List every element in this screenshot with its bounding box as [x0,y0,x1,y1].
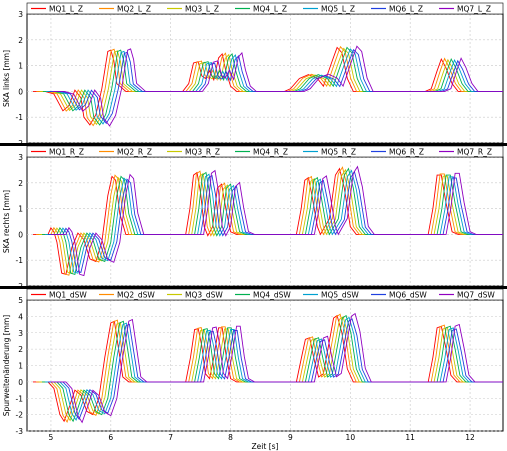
x-tick-label: 9 [288,433,293,442]
panel-2: -2-10123SKA rechts [mm]MQ1_R_ZMQ2_R_ZMQ3… [0,143,507,291]
legend-label: MQ1_L_Z [49,4,83,13]
legend-label: MQ4_R_Z [253,147,288,156]
multi-panel-line-chart: -2-10123SKA links [mm]MQ1_L_ZMQ2_L_ZMQ3_… [0,2,507,451]
legend-label: MQ1_R_Z [49,147,84,156]
legend-label: MQ4_L_Z [253,4,287,13]
legend-label: MQ3_L_Z [185,4,219,13]
panel-1: -2-10123SKA links [mm]MQ1_L_ZMQ2_L_ZMQ3_… [2,2,504,148]
legend-label: MQ3_dSW [185,290,223,299]
legend-label: MQ6_L_Z [389,4,423,13]
legend-label: MQ4_dSW [253,290,291,299]
x-tick-label: 12 [465,433,475,442]
y-tick-label: 1 [18,362,23,371]
y-tick-label: 4 [18,312,23,321]
legend-label: MQ6_dSW [389,290,427,299]
y-axis-label: Spurweitenänderung [mm] [2,315,11,416]
y-tick-label: -1 [16,256,24,265]
panel-3: -3 -2 -1 0 1 2 3 4 5 Spurweitenänderung [mm] MQ1_d… [0,286,507,436]
plot-area [26,156,504,287]
y-tick-label: 0 [18,87,23,96]
y-tick-label: 0 [18,230,23,239]
legend-label: MQ5_dSW [321,290,359,299]
legend-label: MQ7_R_Z [457,147,492,156]
y-tick-label: 1 [18,205,23,214]
legend-label: MQ5_R_Z [321,147,356,156]
y-tick-label: 1 [18,62,23,71]
legend-label: MQ7_L_Z [457,4,491,13]
x-tick-label: 6 [108,433,113,442]
legend-label: MQ2_R_Z [117,147,152,156]
legend-label: MQ2_L_Z [117,4,151,13]
legend-label: MQ1_dSW [49,290,87,299]
legend-label: MQ2_dSW [117,290,155,299]
y-axis-label: SKA rechts [mm] [2,190,11,253]
y-tick-label: -2 [16,411,24,420]
y-tick-label: 3 [18,153,23,162]
panel-separator [0,143,507,146]
y-tick-label: 0 [18,378,23,387]
y-tick-label: -3 [16,427,24,436]
y-tick-label: 2 [18,179,23,188]
legend-label: MQ3_R_Z [185,147,220,156]
panel-separator [0,286,507,289]
y-tick-label: 2 [18,345,23,354]
y-tick-label: -1 [16,394,24,403]
y-tick-label: 2 [18,36,23,45]
x-tick-label: 11 [405,433,415,442]
y-tick-label: 3 [18,10,23,19]
x-tick-label: 8 [228,433,233,442]
x-tick-label: 7 [168,433,173,442]
y-tick-label: 5 [18,296,23,305]
x-axis-label: Zeit [s] [252,442,279,451]
y-tick-label: -1 [16,113,24,122]
x-tick-label: 5 [49,433,54,442]
y-tick-label: 3 [18,329,23,338]
x-tick-label: 10 [346,433,356,442]
legend-label: MQ7_dSW [457,290,495,299]
legend-label: MQ5_L_Z [321,4,355,13]
y-axis-label: SKA links [mm] [2,50,11,107]
legend-label: MQ6_R_Z [389,147,424,156]
